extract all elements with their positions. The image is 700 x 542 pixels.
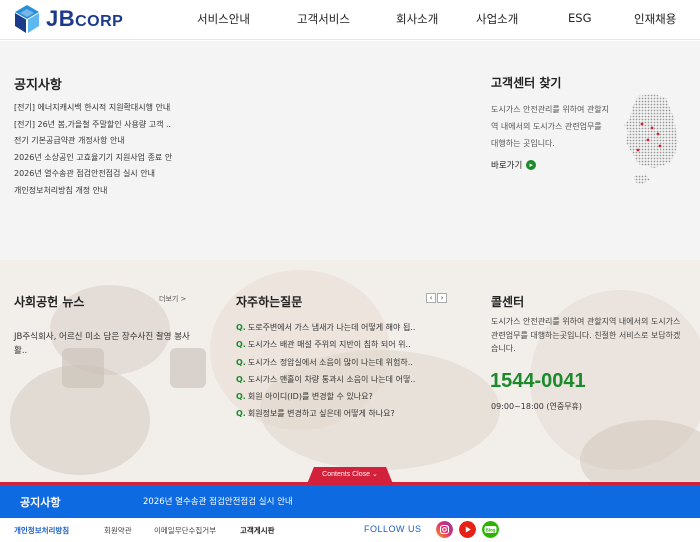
footer-email-link[interactable]: 이메일무단수집거부: [154, 525, 216, 536]
customer-center-link[interactable]: 바로가기 ▸: [491, 159, 537, 171]
nav-customer-service[interactable]: 고객서비스: [297, 11, 350, 27]
faq-item[interactable]: Q. 도로주변에서 가스 냄새가 나는데 어떻게 해야 됩..: [236, 319, 432, 336]
faq-item[interactable]: Q. 회원 아이디(ID)를 변경할 수 있나요?: [236, 388, 432, 405]
faq-title: 자주하는질문: [236, 295, 303, 309]
follow-us-label: FOLLOW US: [364, 524, 422, 534]
faq-item[interactable]: Q. 도시가스 맨홀이 차량 통과시 소음이 나는데 어떻..: [236, 371, 432, 388]
faq-item[interactable]: Q. 도시가스 배관 매설 주위의 지반이 침하 되어 위..: [236, 336, 432, 353]
faq-prev-button[interactable]: ‹: [426, 293, 436, 303]
customer-center-title: 고객센터 찾기: [491, 76, 562, 90]
svg-text:Blog: Blog: [486, 527, 496, 532]
nav-company[interactable]: 회사소개: [396, 11, 438, 27]
faq-item[interactable]: Q. 회원정보를 변경하고 싶은데 어떻게 하나요?: [236, 405, 432, 422]
notice-item[interactable]: 2026년 소상공인 고효율기기 지원사업 종료 안: [14, 150, 189, 167]
korea-map-icon: [624, 94, 678, 184]
notice-bar-title: 공지사항: [20, 496, 61, 509]
footer-board-link[interactable]: 고객게시판: [240, 525, 275, 536]
call-center-number[interactable]: 1544-0041: [490, 370, 586, 393]
upper-section: 공지사항 [전기] 에너지캐시백 한시적 지원확대시행 안내 [전기] 26년 …: [0, 41, 700, 260]
faq-next-button[interactable]: ›: [437, 293, 447, 303]
notice-item[interactable]: 2026년 열수송관 점검안전점검 실시 안내: [14, 166, 189, 183]
footer-terms-link[interactable]: 회원약관: [104, 525, 132, 536]
notice-list: [전기] 에너지캐시백 한시적 지원확대시행 안내 [전기] 26년 봄,가을철…: [14, 100, 189, 199]
youtube-icon[interactable]: [459, 521, 476, 538]
notice-item[interactable]: [전기] 26년 봄,가을철 주말할인 사용량 고객 ..: [14, 117, 189, 134]
social-news-title: 사회공헌 뉴스: [14, 295, 85, 309]
notice-item[interactable]: 전기 기본공급약관 개정사항 안내: [14, 133, 189, 150]
site-header: JBCORP 서비스안내 고객서비스 회사소개 사업소개 ESG 인재채용: [0, 0, 700, 40]
more-link[interactable]: 더보기 >: [159, 294, 186, 304]
nav-recruit[interactable]: 인재채용: [634, 11, 676, 27]
instagram-icon[interactable]: [436, 521, 453, 538]
lower-section: 사회공헌 뉴스 더보기 > JB주식회사, 어르신 미소 담은 장수사진 촬영 …: [0, 260, 700, 482]
nav-esg[interactable]: ESG: [568, 11, 591, 25]
logo-text: JBCORP: [46, 6, 124, 31]
call-center-hours: 09:00~18:00 (연중무휴): [491, 402, 583, 411]
logo[interactable]: JBCORP: [12, 4, 123, 34]
notice-bar: 공지사항 2026년 열수송관 점검안전점검 실시 안내: [0, 485, 700, 518]
notice-item[interactable]: 개인정보처리방침 개정 안내: [14, 183, 189, 200]
customer-center-link-label: 바로가기: [491, 161, 523, 171]
notice-item[interactable]: [전기] 에너지캐시백 한시적 지원확대시행 안내: [14, 100, 189, 117]
social-news-item[interactable]: JB주식회사, 어르신 미소 담은 장수사진 촬영 봉사활..: [14, 330, 194, 358]
customer-center-desc: 도시가스 안전관리를 위하여 관할지역 내에서의 도시가스 관련업무를 대행하는…: [491, 105, 610, 148]
main-nav: 서비스안내 고객서비스 회사소개 사업소개 ESG 인재채용: [190, 0, 700, 40]
faq-list: Q. 도로주변에서 가스 냄새가 나는데 어떻게 해야 됩.. Q. 도시가스 배관…: [236, 319, 432, 423]
footer: 개인정보처리방침 회원약관 이메일무단수집거부 고객게시판 FOLLOW US …: [0, 518, 700, 542]
nav-business[interactable]: 사업소개: [476, 11, 518, 27]
nav-service[interactable]: 서비스안내: [197, 11, 250, 27]
footer-privacy-link[interactable]: 개인정보처리방침: [14, 525, 69, 536]
call-center-desc: 도시가스 안전관리를 위하여 관할지역 내에서의 도시가스 관련업무를 대행하는…: [491, 317, 681, 353]
chevron-right-icon: ▸: [526, 160, 537, 170]
logo-mark-icon: [15, 5, 39, 33]
faq-item[interactable]: Q. 도시가스 정압실에서 소음이 많이 나는데 위험하..: [236, 354, 432, 371]
blog-icon[interactable]: Blog: [482, 521, 499, 538]
notice-title: 공지사항: [14, 78, 62, 93]
contents-close-button[interactable]: Contents Close ⌄: [307, 467, 393, 484]
call-center-title: 콜센터: [491, 295, 525, 309]
notice-bar-text[interactable]: 2026년 열수송관 점검안전점검 실시 안내: [143, 495, 293, 507]
